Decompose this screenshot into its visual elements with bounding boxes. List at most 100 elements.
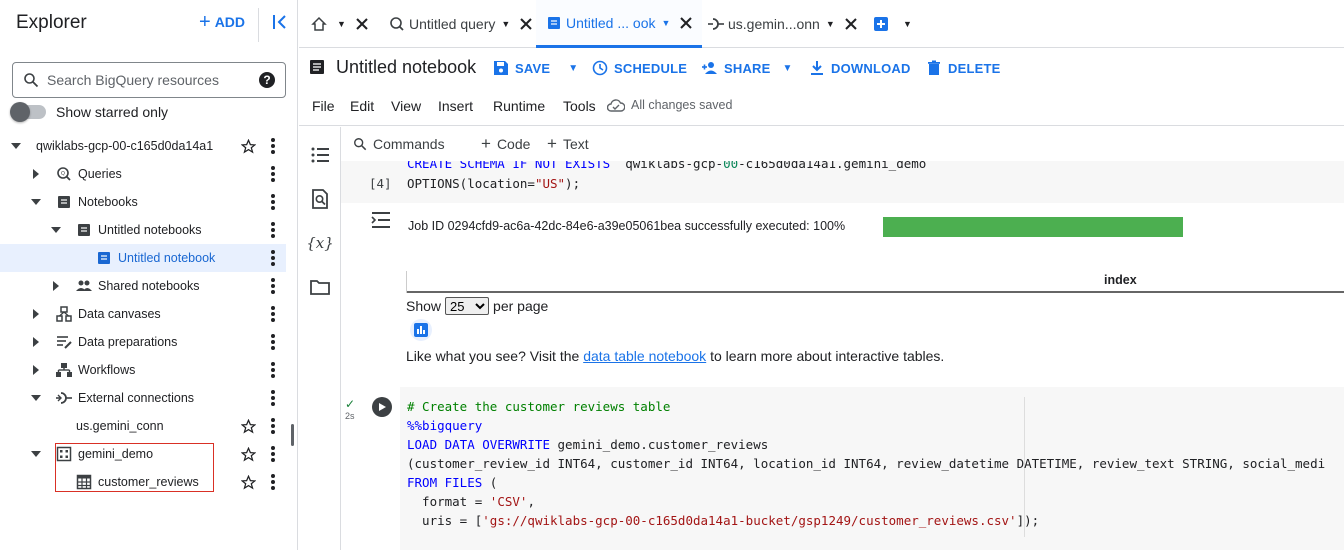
save-dropdown-icon[interactable]: ▼ <box>568 63 578 74</box>
caret-down-icon[interactable] <box>50 224 62 236</box>
search-icon <box>354 138 367 151</box>
more-options-icon[interactable] <box>270 194 276 210</box>
chevron-down-icon[interactable]: ▼ <box>903 19 912 29</box>
more-options-icon[interactable] <box>270 362 276 378</box>
more-options-icon[interactable] <box>270 474 276 490</box>
tree-item-customer-reviews[interactable]: customer_reviews <box>0 468 286 496</box>
add-text-button[interactable]: + Text <box>547 135 589 152</box>
caret-right-icon[interactable] <box>30 308 42 320</box>
collapse-panel-icon[interactable] <box>270 12 290 32</box>
new-tab-button[interactable]: ▼ <box>873 0 912 48</box>
menu-view[interactable]: View <box>391 98 421 114</box>
notebook-title[interactable]: Untitled notebook <box>336 57 476 78</box>
star-icon[interactable] <box>241 475 256 490</box>
search-field[interactable]: ? <box>12 62 286 98</box>
folder-icon[interactable] <box>310 277 330 297</box>
scrollbar[interactable] <box>291 424 294 446</box>
tree-item-untitled-notebook[interactable]: Untitled notebook <box>0 244 286 272</box>
output-options-icon[interactable] <box>370 210 392 232</box>
code-line: OPTIONS(location="US"); <box>407 176 581 191</box>
show-starred-toggle[interactable] <box>10 102 46 122</box>
chevron-down-icon[interactable]: ▼ <box>662 18 671 28</box>
cell-status: ✓ 2s <box>345 397 355 421</box>
close-icon[interactable] <box>520 18 533 30</box>
menu-tools[interactable]: Tools <box>563 98 596 114</box>
data-table-notebook-link[interactable]: data table notebook <box>583 348 706 364</box>
chevron-down-icon[interactable]: ▼ <box>826 19 835 29</box>
commands-button[interactable]: Commands <box>353 136 445 152</box>
caret-right-icon[interactable] <box>50 280 62 292</box>
delete-button[interactable]: DELETE <box>926 60 1000 76</box>
menu-insert[interactable]: Insert <box>438 98 473 114</box>
tab-gemini-conn[interactable]: us.gemin...onn ▼ <box>708 0 857 48</box>
chevron-down-icon[interactable]: ▼ <box>501 19 510 29</box>
schedule-button[interactable]: SCHEDULE <box>592 60 687 76</box>
chart-button[interactable] <box>410 319 432 341</box>
find-icon[interactable] <box>310 189 330 209</box>
caret-down-icon[interactable] <box>30 392 42 404</box>
more-options-icon[interactable] <box>270 446 276 462</box>
more-options-icon[interactable] <box>270 250 276 266</box>
add-tab-icon <box>874 17 888 31</box>
download-button[interactable]: DOWNLOAD <box>809 60 911 76</box>
caret-down-icon[interactable] <box>30 196 42 208</box>
tree-item-gemini-conn[interactable]: us.gemini_conn <box>0 412 286 440</box>
search-input[interactable] <box>47 72 259 88</box>
star-icon[interactable] <box>241 447 256 462</box>
tree-item-external-connections[interactable]: External connections <box>0 384 286 412</box>
add-code-button[interactable]: + Code <box>481 135 530 152</box>
add-button[interactable]: + ADD <box>199 11 245 33</box>
more-options-icon[interactable] <box>270 138 276 154</box>
caret-right-icon[interactable] <box>30 364 42 376</box>
tree-item-data-preparations[interactable]: Data preparations <box>0 328 286 356</box>
tab-bar: ▼ Untitled query ▼ Untitled ... ook ▼ us… <box>299 0 1344 48</box>
close-icon[interactable] <box>356 18 368 30</box>
workflow-icon <box>56 363 72 377</box>
tree-item-label: customer_reviews <box>98 475 199 489</box>
caret-down-icon[interactable] <box>30 448 42 460</box>
variables-icon[interactable]: {x} <box>306 233 334 253</box>
tree-item-data-canvases[interactable]: Data canvases <box>0 300 286 328</box>
more-options-icon[interactable] <box>270 306 276 322</box>
tree-item-notebooks[interactable]: Notebooks <box>0 188 286 216</box>
caret-right-icon[interactable] <box>30 168 42 180</box>
chevron-down-icon[interactable]: ▼ <box>337 19 346 29</box>
chevron-down-icon[interactable]: ▼ <box>783 63 793 74</box>
column-header-index[interactable]: index <box>1104 273 1137 287</box>
caret-right-icon[interactable] <box>30 336 42 348</box>
save-button[interactable]: SAVE ▼ <box>493 60 578 76</box>
star-icon[interactable] <box>241 419 256 434</box>
menu-runtime[interactable]: Runtime <box>493 98 545 114</box>
tree-item-workflows[interactable]: Workflows <box>0 356 286 384</box>
save-status: All changes saved <box>607 98 732 112</box>
more-options-icon[interactable] <box>270 418 276 434</box>
close-icon[interactable] <box>680 16 693 29</box>
close-icon[interactable] <box>845 18 857 30</box>
share-button[interactable]: SHARE ▼ <box>702 60 793 76</box>
tree-item-project[interactable]: qwiklabs-gcp-00-c165d0da14a1 <box>0 132 286 160</box>
menu-edit[interactable]: Edit <box>350 98 374 114</box>
caret-down-icon[interactable] <box>10 140 22 152</box>
tree-item-shared-notebooks[interactable]: Shared notebooks <box>0 272 286 300</box>
code-cell-create-schema[interactable]: CREATE SCHEMA IF NOT EXISTS `qwiklabs-gc… <box>341 161 1344 203</box>
more-options-icon[interactable] <box>270 166 276 182</box>
table-of-contents-icon[interactable] <box>310 145 330 165</box>
page-size-select[interactable]: 10 25 50 100 <box>445 297 490 315</box>
more-options-icon[interactable] <box>270 222 276 238</box>
tree-item-gemini-demo[interactable]: gemini_demo <box>0 440 286 468</box>
tab-untitled-notebook[interactable]: Untitled ... ook ▼ <box>536 0 703 48</box>
run-cell-button[interactable] <box>372 397 392 417</box>
star-icon[interactable] <box>241 139 256 154</box>
code-cell-load-data[interactable]: # Create the customer reviews table %%bi… <box>400 387 1344 550</box>
more-options-icon[interactable] <box>270 334 276 350</box>
tab-untitled-query[interactable]: Untitled query ▼ <box>389 0 533 48</box>
more-options-icon[interactable] <box>270 278 276 294</box>
tab-home[interactable]: ▼ <box>311 0 368 48</box>
people-icon <box>76 280 92 291</box>
more-options-icon[interactable] <box>270 390 276 406</box>
plus-icon: + <box>199 11 211 33</box>
menu-file[interactable]: File <box>312 98 335 114</box>
tree-item-untitled-notebooks[interactable]: Untitled notebooks <box>0 216 286 244</box>
tree-item-queries[interactable]: Q Queries <box>0 160 286 188</box>
help-icon[interactable]: ? <box>259 72 275 88</box>
